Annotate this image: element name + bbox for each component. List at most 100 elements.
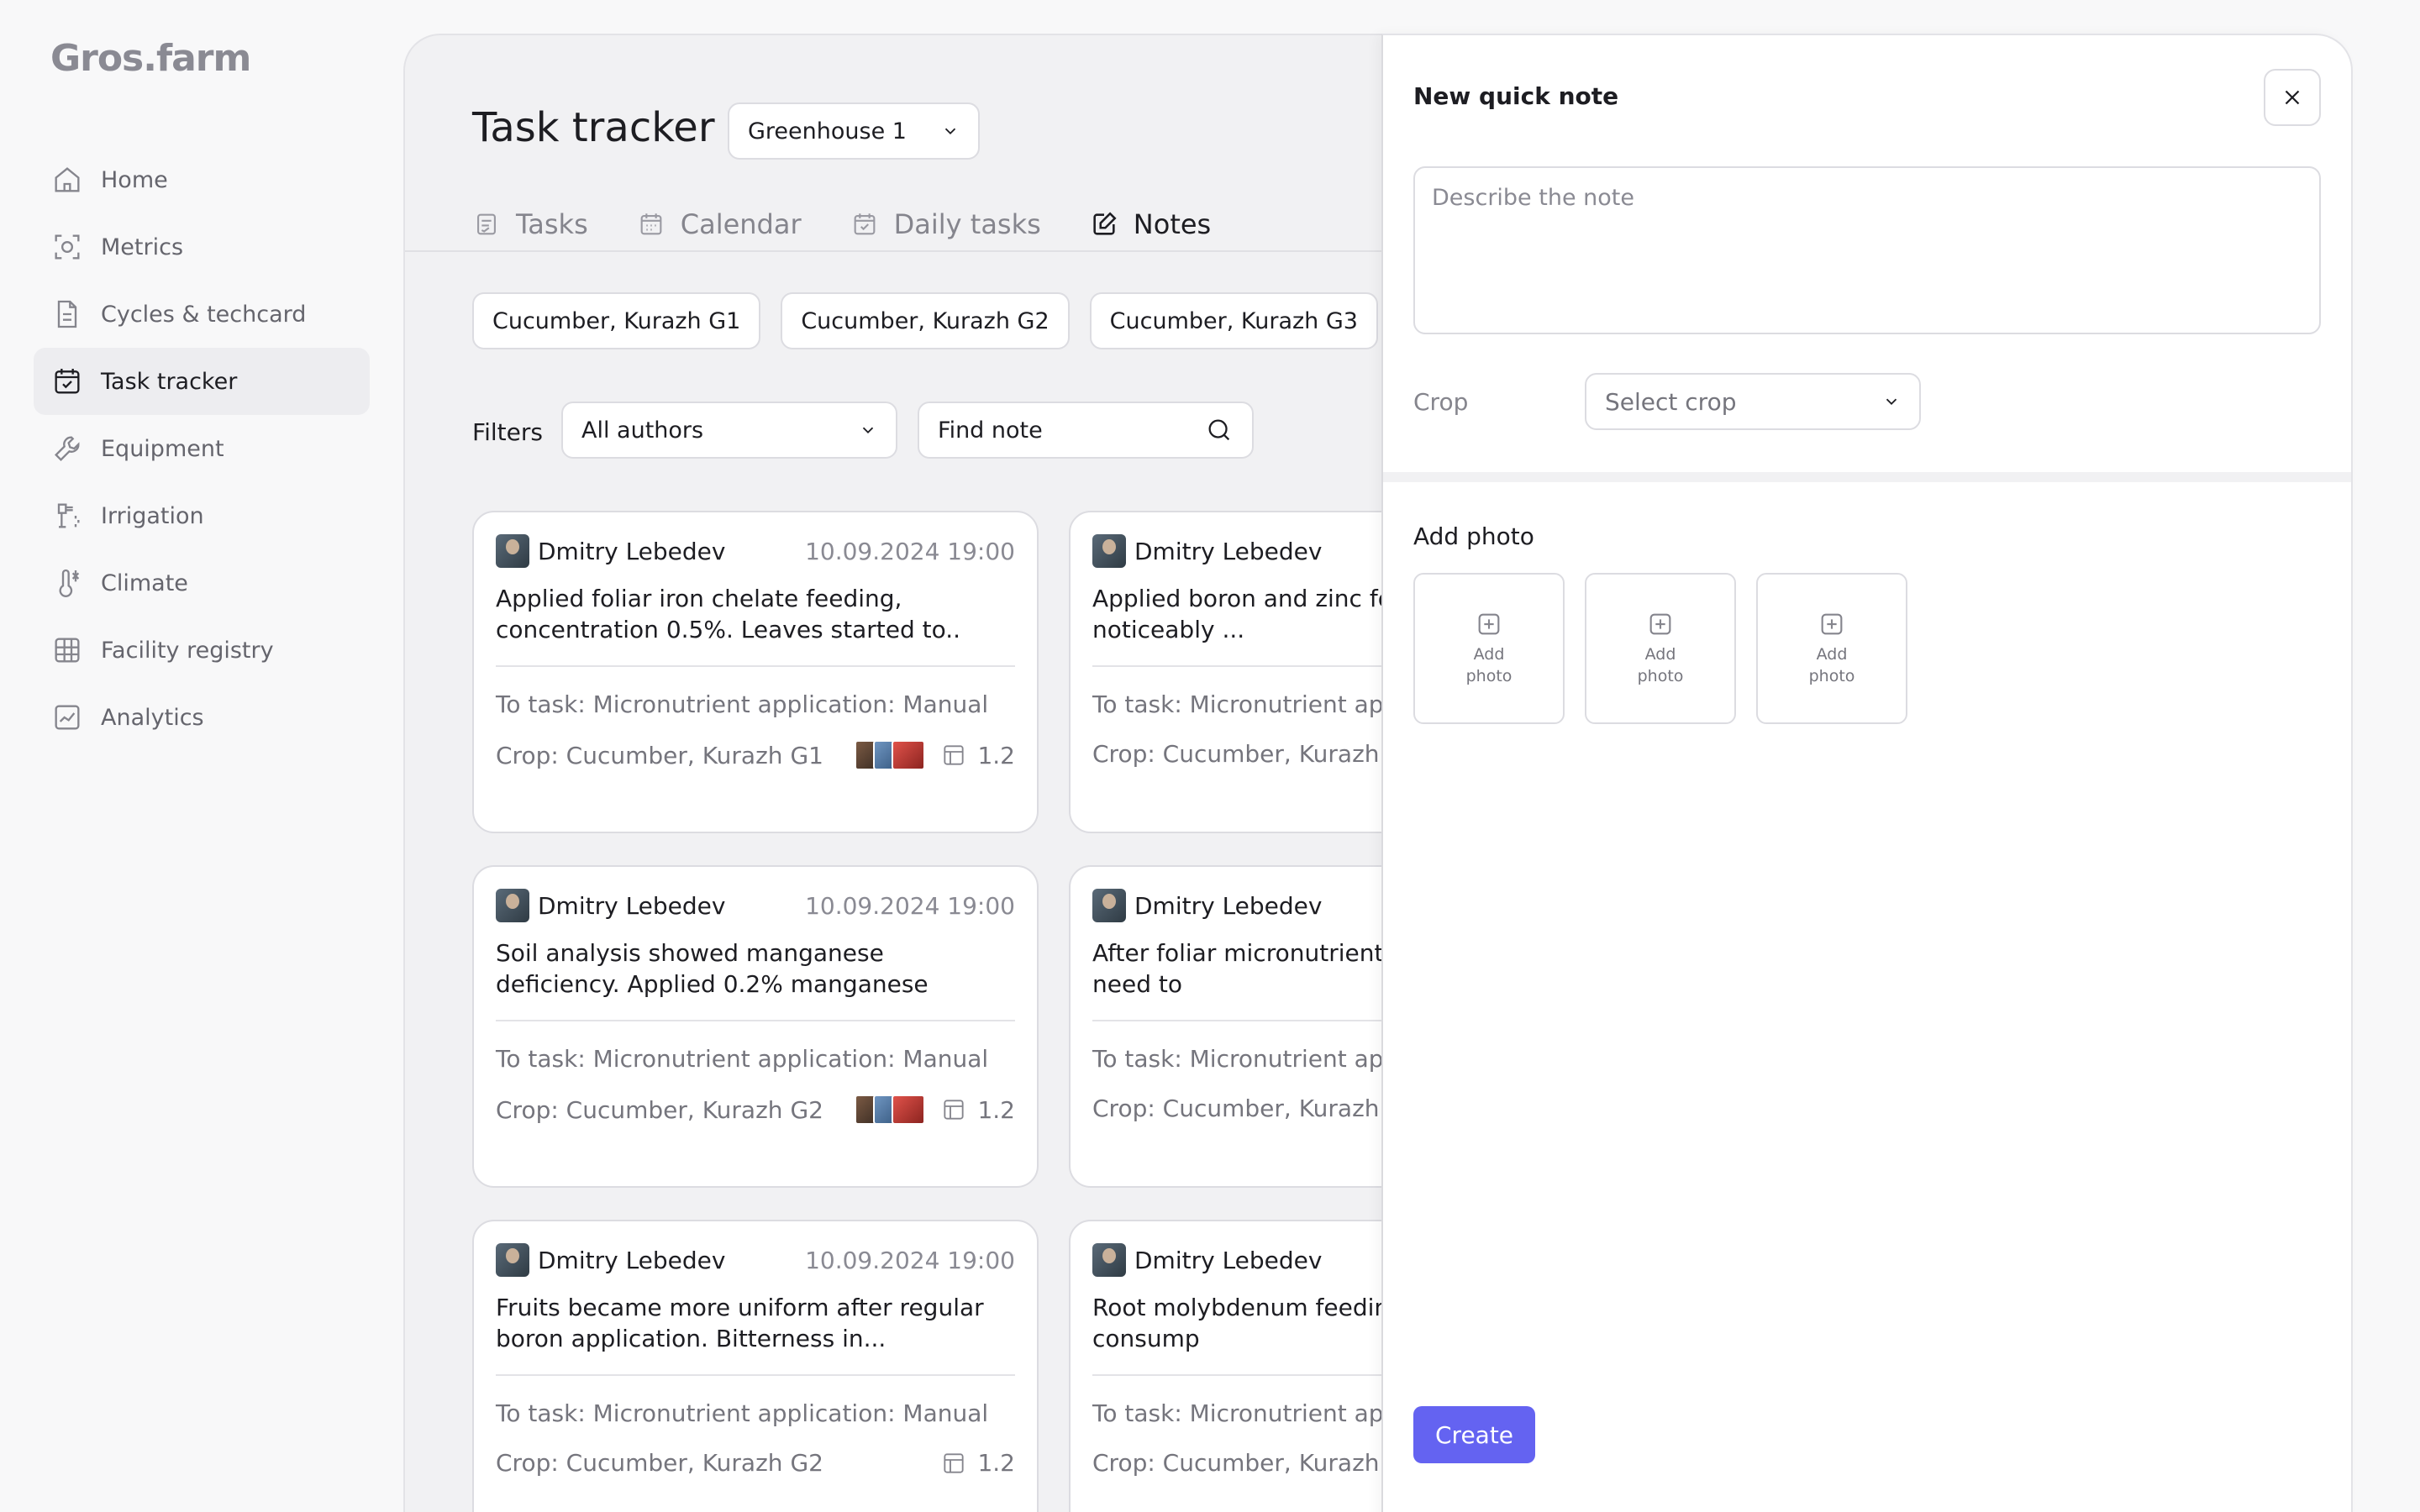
note-author: Dmitry Lebedev: [538, 1246, 726, 1274]
crop-chip[interactable]: Cucumber, Kurazh G3: [1089, 292, 1378, 349]
sidebar-item-metrics[interactable]: Metrics: [34, 213, 370, 281]
tab-label: Daily tasks: [893, 208, 1041, 240]
note-card[interactable]: Dmitry Lebedev 10.09.2024 19:00 Soil ana…: [472, 865, 1039, 1188]
note-photos[interactable]: [855, 1095, 926, 1125]
note-text: Applied boron and zinc fol Fruit set not…: [1092, 585, 1386, 643]
calendar-check-icon: [55, 369, 80, 394]
note-crop: Crop: Cucumber, Kurazh G2: [496, 1095, 823, 1124]
note-footer: Crop: Cucumber, Kurazh G: [1092, 1095, 1386, 1122]
note-footer: Crop: Cucumber, Kurazh G2 1.2: [496, 1095, 1015, 1125]
notes-main: Task tracker Greenhouse 1 Tasks Calendar…: [403, 34, 1386, 1512]
page-title: Task tracker: [472, 104, 715, 151]
note-text: Soil analysis showed manganese deficienc…: [496, 939, 929, 998]
find-note-input[interactable]: Find note: [918, 402, 1254, 459]
chevron-down-icon: [862, 427, 874, 434]
note-task: To task: Micronutrient app: [1092, 1399, 1386, 1427]
note-area: 1.2: [977, 1449, 1015, 1477]
note-area: 1.2: [977, 1095, 1015, 1124]
add-photo-button[interactable]: Add photo: [1756, 573, 1907, 724]
note-divider: [496, 1020, 1015, 1021]
note-crop: Crop: Cucumber, Kurazh G: [1092, 1449, 1386, 1477]
wrench-icon: [55, 436, 80, 461]
panel-divider: [1383, 472, 2351, 482]
home-icon: [55, 167, 80, 192]
sidebar-item-equipment[interactable]: Equipment: [34, 415, 370, 482]
note-crop: Crop: Cucumber, Kurazh G: [1092, 740, 1386, 768]
note-crop: Crop: Cucumber, Kurazh G2: [496, 1449, 823, 1477]
sidebar-item-label: Facility registry: [101, 637, 274, 664]
tab-label: Tasks: [516, 208, 588, 240]
sidebar-item-task-tracker[interactable]: Task tracker: [34, 348, 370, 415]
tab-daily-tasks[interactable]: Daily tasks: [850, 195, 1041, 254]
note-header: Dmitry Lebedev 10.09.2024 19:00: [496, 887, 1015, 924]
sidebar-item-irrigation[interactable]: Irrigation: [34, 482, 370, 549]
avatar: [1092, 1243, 1126, 1277]
add-photo-button[interactable]: Add photo: [1413, 573, 1565, 724]
tab-notes[interactable]: Notes: [1090, 195, 1211, 254]
crop-select[interactable]: Select crop: [1585, 373, 1921, 430]
note-author: Dmitry Lebedev: [538, 537, 726, 565]
note-footer: Crop: Cucumber, Kurazh G: [1092, 1449, 1386, 1477]
sidebar-item-label: Equipment: [101, 435, 224, 462]
tabs-divider: [405, 250, 1386, 252]
sidebar-item-climate[interactable]: Climate: [34, 549, 370, 617]
note-header: Dmitry Lebedev: [1092, 1242, 1386, 1278]
sidebar-item-analytics[interactable]: Analytics: [34, 684, 370, 751]
tab-calendar[interactable]: Calendar: [637, 195, 802, 254]
greenhouse-select[interactable]: Greenhouse 1: [728, 102, 980, 160]
tab-tasks[interactable]: Tasks: [472, 195, 588, 254]
edit-note-icon: [1093, 212, 1117, 235]
sidebar-item-facility-registry[interactable]: Facility registry: [34, 617, 370, 684]
note-card[interactable]: Dmitry Lebedev Root molybdenum feeding W…: [1069, 1220, 1386, 1512]
document-icon: [57, 300, 77, 328]
note-date: 10.09.2024 19:00: [805, 891, 1015, 920]
sidebar-item-label: Analytics: [101, 704, 204, 731]
area-icon: [944, 745, 965, 765]
plus-square-icon: [1649, 613, 1671, 635]
sidebar-item-label: Task tracker: [101, 368, 238, 395]
crop-label: Crop: [1413, 388, 1469, 416]
chart-icon: [55, 705, 80, 730]
plus-square-icon: [1821, 613, 1843, 635]
tasks-icon: [477, 213, 496, 235]
authors-select-value: All authors: [581, 417, 704, 444]
note-crop: Crop: Cucumber, Kurazh G1: [496, 741, 823, 769]
grid-icon: [55, 638, 80, 663]
area-icon: [944, 1100, 965, 1120]
tab-bar: Tasks Calendar Daily tasks Notes: [472, 195, 1260, 254]
authors-select[interactable]: All authors: [561, 402, 897, 459]
metrics-icon: [55, 234, 80, 260]
note-task: To task: Micronutrient application: Manu…: [496, 1399, 989, 1427]
add-photo-label: Add photo: [1465, 645, 1512, 685]
note-photos[interactable]: [855, 740, 926, 770]
brand-logo[interactable]: Gros.farm: [50, 37, 251, 80]
sidebar-nav: Home Metrics Cycles & techcard Task trac…: [34, 146, 370, 751]
crop-chip[interactable]: Cucumber, Kurazh G2: [781, 292, 1070, 349]
note-divider: [496, 1374, 1015, 1376]
note-footer: Crop: Cucumber, Kurazh G1 1.2: [496, 740, 1015, 770]
tab-label: Calendar: [680, 208, 802, 240]
note-author: Dmitry Lebedev: [538, 891, 726, 920]
tab-label: Notes: [1133, 208, 1212, 240]
crop-chips: Cucumber, Kurazh G1 Cucumber, Kurazh G2 …: [472, 292, 1386, 349]
create-button[interactable]: Create: [1413, 1406, 1536, 1463]
sidebar-item-home[interactable]: Home: [34, 146, 370, 213]
crop-select-placeholder: Select crop: [1605, 387, 1737, 416]
irrigation-icon: [57, 503, 80, 528]
calendar-check-icon: [854, 213, 876, 235]
note-divider: [1092, 1374, 1386, 1376]
note-crop: Crop: Cucumber, Kurazh G: [1092, 1095, 1386, 1122]
close-button[interactable]: [2264, 69, 2321, 126]
note-header: Dmitry Lebedev: [1092, 887, 1386, 924]
sidebar-item-cycles[interactable]: Cycles & techcard: [34, 281, 370, 348]
panel-title: New quick note: [1413, 82, 1619, 110]
note-description-input[interactable]: [1413, 166, 2321, 334]
note-card[interactable]: Dmitry Lebedev Applied boron and zinc fo…: [1069, 511, 1386, 833]
plus-square-icon: [1478, 613, 1500, 635]
note-card[interactable]: Dmitry Lebedev 10.09.2024 19:00 Fruits b…: [472, 1220, 1039, 1512]
note-card[interactable]: Dmitry Lebedev After foliar micronutrien…: [1069, 865, 1386, 1188]
find-note-placeholder: Find note: [938, 417, 1043, 444]
note-card[interactable]: Dmitry Lebedev 10.09.2024 19:00 Applied …: [472, 511, 1039, 833]
add-photo-button[interactable]: Add photo: [1585, 573, 1736, 724]
crop-chip[interactable]: Cucumber, Kurazh G1: [472, 292, 761, 349]
